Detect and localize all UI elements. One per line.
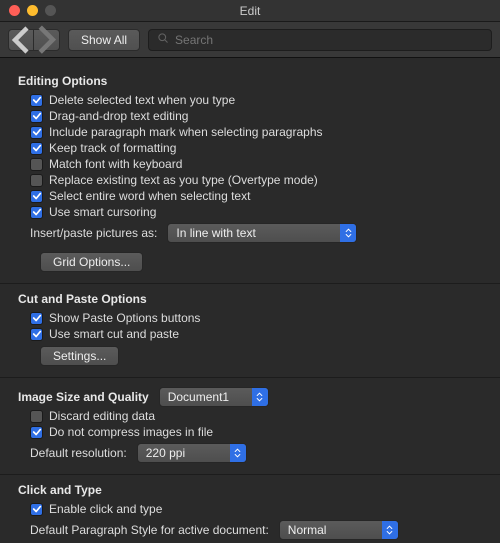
- cutpaste-option-label: Show Paste Options buttons: [49, 311, 200, 325]
- search-input[interactable]: [175, 33, 483, 47]
- editing-option-row: Include paragraph mark when selecting pa…: [18, 124, 482, 140]
- zoom-icon: [45, 5, 56, 16]
- editing-option-checkbox[interactable]: [30, 206, 43, 219]
- chevron-updown-icon: [340, 224, 356, 242]
- editing-option-label: Include paragraph mark when selecting pa…: [49, 125, 323, 139]
- section-title: Image Size and Quality: [18, 390, 149, 404]
- editing-option-checkbox[interactable]: [30, 174, 43, 187]
- window-title: Edit: [0, 4, 500, 18]
- minimize-icon[interactable]: [27, 5, 38, 16]
- section-title: Cut and Paste Options: [18, 292, 482, 306]
- editing-option-row: Replace existing text as you type (Overt…: [18, 172, 482, 188]
- editing-option-label: Replace existing text as you type (Overt…: [49, 173, 318, 187]
- image-option-checkbox[interactable]: [30, 410, 43, 423]
- section-title: Editing Options: [18, 74, 482, 88]
- chevron-updown-icon: [382, 521, 398, 539]
- section-title: Click and Type: [18, 483, 482, 497]
- default-paragraph-select[interactable]: Normal: [279, 520, 399, 540]
- chevron-updown-icon: [252, 388, 268, 406]
- cutpaste-option-checkbox[interactable]: [30, 312, 43, 325]
- image-option-checkbox[interactable]: [30, 426, 43, 439]
- editing-option-row: Select entire word when selecting text: [18, 188, 482, 204]
- grid-options-button[interactable]: Grid Options...: [40, 252, 143, 272]
- editing-option-label: Use smart cursoring: [49, 205, 156, 219]
- image-option-label: Do not compress images in file: [49, 425, 213, 439]
- editing-option-label: Keep track of formatting: [49, 141, 176, 155]
- editing-option-label: Drag-and-drop text editing: [49, 109, 188, 123]
- editing-option-row: Delete selected text when you type: [18, 92, 482, 108]
- editing-option-checkbox[interactable]: [30, 126, 43, 139]
- image-option-row: Discard editing data: [18, 408, 482, 424]
- divider: [0, 474, 500, 475]
- editing-option-label: Delete selected text when you type: [49, 93, 235, 107]
- image-option-label: Discard editing data: [49, 409, 155, 423]
- document-select[interactable]: Document1: [159, 387, 269, 407]
- editing-option-checkbox[interactable]: [30, 94, 43, 107]
- clicktype-option-checkbox[interactable]: [30, 503, 43, 516]
- search-icon: [157, 32, 169, 47]
- insert-pictures-label: Insert/paste pictures as:: [30, 226, 157, 240]
- editing-option-label: Select entire word when selecting text: [49, 189, 250, 203]
- close-icon[interactable]: [9, 5, 20, 16]
- toolbar: Show All: [0, 22, 500, 58]
- cutpaste-option-label: Use smart cut and paste: [49, 327, 179, 341]
- editing-option-row: Drag-and-drop text editing: [18, 108, 482, 124]
- section-image-quality: Image Size and Quality Document1 Discard…: [18, 386, 482, 466]
- clicktype-option-label: Enable click and type: [49, 502, 162, 516]
- editing-option-checkbox[interactable]: [30, 110, 43, 123]
- divider: [0, 377, 500, 378]
- forward-button[interactable]: [34, 29, 60, 51]
- nav-buttons: [8, 29, 60, 51]
- cutpaste-option-row: Use smart cut and paste: [18, 326, 482, 342]
- clicktype-option-row: Enable click and type: [18, 501, 482, 517]
- default-resolution-label: Default resolution:: [30, 446, 127, 460]
- search-field[interactable]: [148, 29, 492, 51]
- show-all-button[interactable]: Show All: [68, 29, 140, 51]
- divider: [0, 283, 500, 284]
- editing-option-row: Match font with keyboard: [18, 156, 482, 172]
- content: Editing Options Delete selected text whe…: [0, 58, 500, 543]
- chevron-updown-icon: [230, 444, 246, 462]
- section-click-and-type: Click and Type Enable click and type Def…: [18, 483, 482, 543]
- default-resolution-select[interactable]: 220 ppi: [137, 443, 247, 463]
- section-editing-options: Editing Options Delete selected text whe…: [18, 74, 482, 275]
- cutpaste-option-checkbox[interactable]: [30, 328, 43, 341]
- editing-option-label: Match font with keyboard: [49, 157, 182, 171]
- editing-option-checkbox[interactable]: [30, 190, 43, 203]
- settings-button[interactable]: Settings...: [40, 346, 119, 366]
- editing-option-row: Use smart cursoring: [18, 204, 482, 220]
- back-button[interactable]: [8, 29, 34, 51]
- image-option-row: Do not compress images in file: [18, 424, 482, 440]
- editing-option-row: Keep track of formatting: [18, 140, 482, 156]
- section-cut-paste: Cut and Paste Options Show Paste Options…: [18, 292, 482, 369]
- cutpaste-option-row: Show Paste Options buttons: [18, 310, 482, 326]
- traffic-lights: [0, 5, 56, 16]
- editing-option-checkbox[interactable]: [30, 158, 43, 171]
- titlebar: Edit: [0, 0, 500, 22]
- default-paragraph-label: Default Paragraph Style for active docum…: [30, 523, 269, 537]
- insert-pictures-select[interactable]: In line with text: [167, 223, 357, 243]
- editing-option-checkbox[interactable]: [30, 142, 43, 155]
